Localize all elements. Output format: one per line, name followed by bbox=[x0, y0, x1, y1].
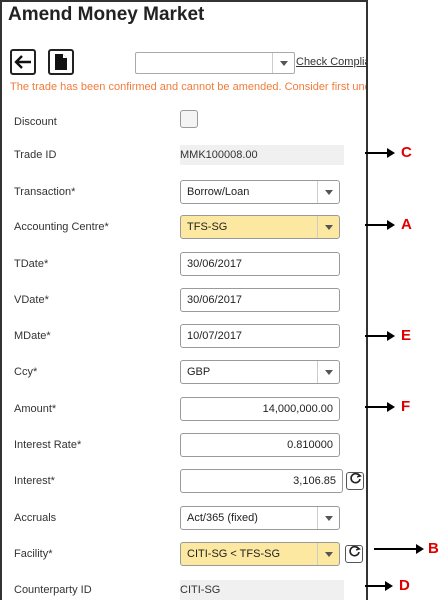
callout-e: E bbox=[365, 326, 441, 346]
chevron-down-icon[interactable] bbox=[317, 216, 339, 238]
chevron-down-icon[interactable] bbox=[317, 181, 339, 203]
callout-b: B bbox=[374, 539, 441, 559]
arrow-right-icon bbox=[385, 581, 393, 591]
row-counterparty-id: Counterparty ID CITI-SG bbox=[2, 578, 366, 600]
amount-input[interactable]: 14,000,000.00 bbox=[180, 397, 340, 421]
vdate-input[interactable]: 30/06/2017 bbox=[180, 288, 340, 312]
confirmed-warning: The trade has been confirmed and cannot … bbox=[10, 81, 368, 93]
accruals-value: Act/365 (fixed) bbox=[187, 512, 258, 524]
arrow-right-icon bbox=[387, 331, 395, 341]
arrow-right-icon bbox=[387, 402, 395, 412]
interest-label: Interest* bbox=[14, 475, 55, 487]
accounting-centre-value: TFS-SG bbox=[187, 221, 228, 233]
facility-refresh-button[interactable] bbox=[345, 545, 363, 563]
facility-label: Facility* bbox=[14, 548, 53, 560]
transaction-label: Transaction* bbox=[14, 186, 76, 198]
back-button[interactable] bbox=[10, 49, 36, 75]
tdate-input[interactable]: 30/06/2017 bbox=[180, 252, 340, 276]
mdate-input[interactable]: 10/07/2017 bbox=[180, 324, 340, 348]
transaction-select[interactable]: Borrow/Loan bbox=[180, 180, 340, 204]
toolbar: Check Complia bbox=[10, 49, 366, 77]
callout-arrow-line bbox=[365, 152, 387, 154]
callout-arrow-line bbox=[365, 585, 385, 587]
discount-label: Discount bbox=[14, 116, 57, 128]
accounting-centre-label: Accounting Centre* bbox=[14, 221, 109, 233]
ccy-label: Ccy* bbox=[14, 366, 38, 378]
facility-value: CITI-SG < TFS-SG bbox=[187, 548, 281, 560]
page-title: Amend Money Market bbox=[8, 4, 205, 25]
row-interest-rate: Interest Rate* 0.810000 bbox=[2, 433, 366, 459]
amend-money-market-panel: Amend Money Market Check Complia The tra… bbox=[0, 0, 368, 600]
callout-arrow-line bbox=[374, 548, 416, 550]
row-tdate: TDate* 30/06/2017 bbox=[2, 252, 366, 278]
refresh-icon bbox=[349, 472, 362, 490]
row-transaction: Transaction* Borrow/Loan bbox=[2, 180, 366, 206]
callout-d: D bbox=[365, 576, 441, 596]
counterparty-id-value: CITI-SG bbox=[180, 580, 344, 600]
compliance-select[interactable] bbox=[135, 52, 295, 74]
callout-letter-f: F bbox=[401, 398, 411, 415]
arrow-right-icon bbox=[416, 544, 424, 554]
refresh-icon bbox=[348, 545, 361, 563]
row-discount: Discount bbox=[2, 110, 366, 136]
interest-rate-input[interactable]: 0.810000 bbox=[180, 433, 340, 457]
chevron-down-icon[interactable] bbox=[272, 53, 294, 73]
callout-f: F bbox=[365, 397, 441, 417]
row-accounting-centre: Accounting Centre* TFS-SG bbox=[2, 215, 366, 241]
row-vdate: VDate* 30/06/2017 bbox=[2, 288, 366, 314]
callout-letter-e: E bbox=[401, 327, 412, 344]
arrow-right-icon bbox=[387, 220, 395, 230]
callout-arrow-line bbox=[365, 224, 387, 226]
callout-a: A bbox=[365, 215, 441, 235]
ccy-select[interactable]: GBP bbox=[180, 360, 340, 384]
row-accruals: Accruals Act/365 (fixed) bbox=[2, 506, 366, 532]
accruals-label: Accruals bbox=[14, 512, 57, 524]
document-icon bbox=[54, 53, 68, 71]
row-amount: Amount* 14,000,000.00 bbox=[2, 397, 366, 423]
row-trade-id: Trade ID MMK100008.00 bbox=[2, 143, 366, 169]
callout-arrow-line bbox=[365, 406, 387, 408]
accruals-select[interactable]: Act/365 (fixed) bbox=[180, 506, 340, 530]
chevron-down-icon[interactable] bbox=[317, 543, 339, 565]
trade-id-value: MMK100008.00 bbox=[180, 145, 344, 165]
transaction-value: Borrow/Loan bbox=[187, 186, 250, 198]
facility-select[interactable]: CITI-SG < TFS-SG bbox=[180, 542, 340, 566]
tdate-label: TDate* bbox=[14, 258, 49, 270]
row-facility: Facility* CITI-SG < TFS-SG bbox=[2, 542, 366, 568]
chevron-down-icon[interactable] bbox=[317, 507, 339, 529]
interest-refresh-button[interactable] bbox=[346, 472, 364, 490]
ccy-value: GBP bbox=[187, 366, 211, 378]
trade-id-label: Trade ID bbox=[14, 149, 57, 161]
callout-letter-d: D bbox=[399, 577, 410, 594]
callout-letter-b: B bbox=[428, 540, 439, 557]
callout-letter-c: C bbox=[401, 144, 412, 161]
callout-arrow-line bbox=[365, 335, 387, 337]
discount-checkbox[interactable] bbox=[180, 110, 198, 128]
chevron-down-icon[interactable] bbox=[317, 361, 339, 383]
amount-label: Amount* bbox=[14, 403, 57, 415]
accounting-centre-select[interactable]: TFS-SG bbox=[180, 215, 340, 239]
callout-letter-a: A bbox=[401, 216, 412, 233]
counterparty-id-label: Counterparty ID bbox=[14, 584, 92, 596]
interest-rate-label: Interest Rate* bbox=[14, 439, 82, 451]
arrow-left-icon bbox=[14, 54, 32, 70]
document-button[interactable] bbox=[48, 49, 74, 75]
mdate-label: MDate* bbox=[14, 330, 51, 342]
check-compliance-link[interactable]: Check Complia bbox=[296, 56, 366, 68]
callout-c: C bbox=[365, 143, 441, 163]
row-ccy: Ccy* GBP bbox=[2, 360, 366, 386]
interest-input[interactable]: 3,106.85 bbox=[180, 469, 343, 493]
row-interest: Interest* 3,106.85 bbox=[2, 469, 366, 495]
vdate-label: VDate* bbox=[14, 294, 49, 306]
arrow-right-icon bbox=[387, 148, 395, 158]
row-mdate: MDate* 10/07/2017 bbox=[2, 324, 366, 350]
